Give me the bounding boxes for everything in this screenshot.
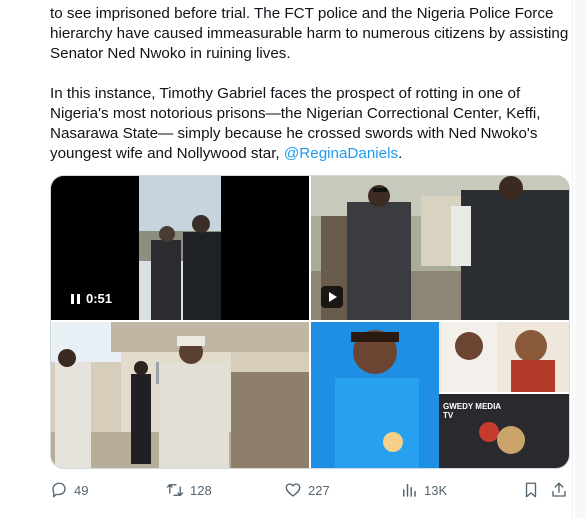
- bookmark-icon: [525, 482, 537, 498]
- tweet-paragraph-2-end: .: [398, 145, 403, 162]
- media-grid: 0:51 GWEDY MEDIA TV: [50, 175, 570, 469]
- like-count: 227: [308, 482, 330, 498]
- tweet-text: to see imprisoned before trial. The FCT …: [50, 4, 570, 164]
- reply-count: 49: [74, 482, 89, 498]
- views-icon: [403, 484, 416, 497]
- media-watermark: GWEDY MEDIA TV: [443, 402, 501, 420]
- media-image-4[interactable]: GWEDY MEDIA TV: [311, 322, 569, 468]
- repost-icon: [166, 484, 184, 496]
- views-button[interactable]: 13K: [400, 478, 447, 502]
- reply-icon: [52, 482, 66, 498]
- media-image-3[interactable]: [51, 322, 309, 468]
- video-frame-2: [311, 176, 569, 320]
- share-button[interactable]: [550, 478, 568, 502]
- heart-icon: [285, 483, 301, 497]
- video-duration-badge: 0:51: [63, 288, 121, 310]
- mention-link[interactable]: @ReginaDaniels: [284, 145, 398, 162]
- image-frame-4: [311, 322, 569, 468]
- bookmark-button[interactable]: [522, 478, 540, 502]
- media-video-2[interactable]: [311, 176, 569, 320]
- media-video-1[interactable]: 0:51: [51, 176, 309, 320]
- share-icon: [552, 482, 566, 497]
- pause-icon[interactable]: [71, 294, 80, 304]
- like-button[interactable]: 227: [284, 478, 330, 502]
- tweet-paragraph-2: In this instance, Timothy Gabriel faces …: [50, 84, 570, 164]
- image-frame-3: [51, 322, 309, 468]
- scrollbar[interactable]: [575, 0, 586, 518]
- timeline-border: [572, 0, 573, 518]
- repost-button[interactable]: 128: [166, 478, 212, 502]
- play-icon[interactable]: [321, 286, 343, 308]
- video-duration: 0:51: [86, 291, 113, 306]
- views-count: 13K: [424, 482, 448, 498]
- repost-count: 128: [190, 482, 212, 498]
- reply-button[interactable]: 49: [50, 478, 88, 502]
- tweet-actions: 49 128 227 13K: [50, 478, 570, 502]
- tweet-paragraph-1: to see imprisoned before trial. The FCT …: [50, 5, 569, 62]
